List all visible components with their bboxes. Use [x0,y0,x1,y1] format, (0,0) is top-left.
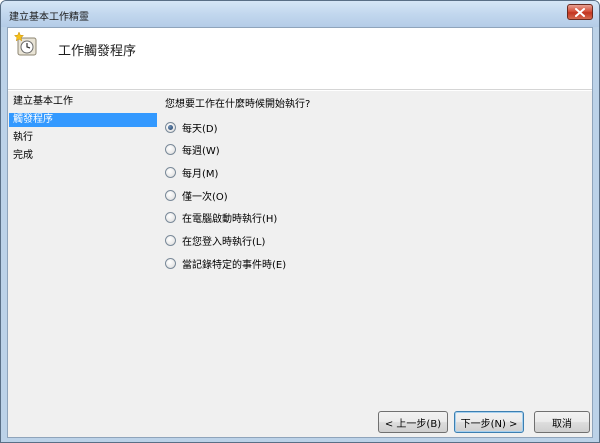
trigger-options: 您想要工作在什麼時候開始執行? 每天(D) 每週(W) 每月(M) 僅一次(O) [164,91,584,411]
step-finish[interactable]: 完成 [9,149,157,163]
wizard-body: 建立基本工作 觸發程序 執行 完成 您想要工作在什麼時候開始執行? 每天(D) … [8,91,592,411]
button-bar: < 上一步(B) 下一步(N) > 取消 [8,411,592,437]
option-label: 每月(M) [182,168,219,180]
close-icon [575,7,585,17]
step-create-basic-task[interactable]: 建立基本工作 [9,95,157,109]
cancel-button[interactable]: 取消 [534,411,590,433]
radio-monthly[interactable] [165,166,176,178]
steps-pane: 建立基本工作 觸發程序 執行 完成 [8,91,158,411]
option-at-logon[interactable]: 在您登入時執行(L) [164,233,266,248]
radio-daily[interactable] [165,121,176,133]
option-label: 當記錄特定的事件時(E) [182,259,287,271]
radio-one-time[interactable] [165,189,176,201]
title-bar[interactable]: 建立基本工作精靈 [1,1,599,27]
wizard-client: 工作觸發程序 建立基本工作 觸發程序 執行 完成 您想要工作在什麼時候開始執行?… [7,27,593,438]
wizard-header: 工作觸發程序 [8,28,592,90]
radio-weekly[interactable] [165,143,176,155]
option-weekly[interactable]: 每週(W) [164,142,220,157]
option-label: 每天(D) [182,123,218,135]
close-button[interactable] [567,4,593,20]
page-title: 工作觸發程序 [58,44,137,59]
step-action[interactable]: 執行 [9,131,157,145]
radio-at-startup[interactable] [165,211,176,223]
radio-on-event[interactable] [165,257,176,269]
trigger-question: 您想要工作在什麼時候開始執行? [165,99,311,110]
option-label: 在您登入時執行(L) [182,236,266,248]
option-label: 每週(W) [182,145,220,157]
option-label: 在電腦啟動時執行(H) [182,213,278,225]
radio-selected-dot [168,124,173,130]
option-monthly[interactable]: 每月(M) [164,165,219,180]
wizard-window: 建立基本工作精靈 工作觸發程序 建立基本工作 觸發程序 執行 完成 您想要工作在… [0,0,600,443]
option-on-event[interactable]: 當記錄特定的事件時(E) [164,256,287,271]
back-button[interactable]: < 上一步(B) [378,411,448,433]
option-at-startup[interactable]: 在電腦啟動時執行(H) [164,210,278,225]
option-label: 僅一次(O) [182,191,228,203]
option-daily[interactable]: 每天(D) [164,120,218,135]
window-title: 建立基本工作精靈 [9,12,89,23]
option-one-time[interactable]: 僅一次(O) [164,188,228,203]
step-trigger[interactable]: 觸發程序 [9,113,157,127]
radio-at-logon[interactable] [165,234,176,246]
next-button[interactable]: 下一步(N) > [454,411,524,433]
clock-star-icon [13,31,37,56]
